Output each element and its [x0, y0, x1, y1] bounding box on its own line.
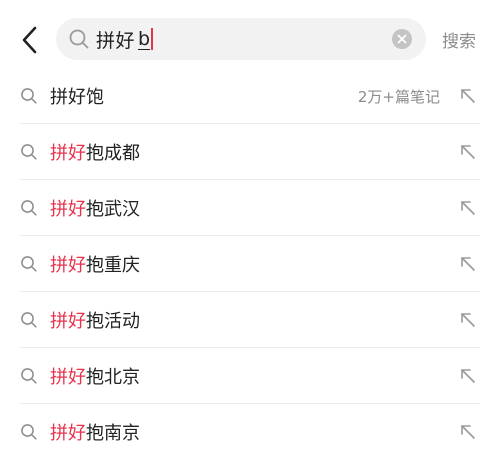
- clear-button[interactable]: [392, 29, 412, 49]
- suggestion-item[interactable]: 拼好 抱南京: [0, 404, 500, 459]
- text-caret: [151, 28, 154, 50]
- query-composing-text: b: [138, 27, 151, 50]
- search-icon: [21, 368, 37, 384]
- search-icon: [21, 88, 37, 104]
- suggestion-rest: 抱重庆: [86, 255, 140, 276]
- search-icon: [69, 29, 89, 49]
- search-icon: [21, 424, 37, 440]
- suggestion-text: 拼好 抱活动: [50, 292, 140, 348]
- search-icon: [21, 256, 37, 272]
- suggestion-rest: 抱武汉: [86, 199, 140, 220]
- suggestion-highlight: 拼好: [50, 367, 86, 388]
- suggestion-note-count: 2万+篇笔记: [357, 87, 440, 106]
- arrow-up-left-icon[interactable]: [458, 366, 478, 386]
- suggestion-item[interactable]: 拼好 抱北京: [0, 348, 500, 404]
- arrow-up-left-icon[interactable]: [458, 198, 478, 218]
- arrow-up-left-icon[interactable]: [458, 254, 478, 274]
- arrow-up-left-icon[interactable]: [458, 422, 478, 442]
- suggestion-item[interactable]: 拼好 抱武汉: [0, 180, 500, 236]
- suggestion-item[interactable]: 拼好 抱活动: [0, 292, 500, 348]
- suggestion-text: 拼好 抱武汉: [50, 180, 140, 236]
- arrow-up-left-icon[interactable]: [458, 310, 478, 330]
- suggestion-highlight: 拼好: [50, 143, 86, 164]
- clear-icon: [397, 34, 407, 44]
- suggestion-item[interactable]: 拼好饱 2万+篇笔记: [0, 68, 500, 124]
- suggestion-text: 拼好饱: [50, 68, 104, 124]
- search-icon: [21, 200, 37, 216]
- search-suggestion-screen: 拼好 b 搜索 拼好饱 2万+篇笔记 拼好 抱成都 拼好 抱武汉 拼好 抱重庆 …: [0, 0, 500, 459]
- suggestion-rest: 拼好饱: [50, 87, 104, 108]
- suggestion-text: 拼好 抱南京: [50, 404, 140, 459]
- suggestion-highlight: 拼好: [50, 255, 86, 276]
- suggestion-highlight: 拼好: [50, 311, 86, 332]
- search-header: 拼好 b 搜索: [0, 0, 500, 76]
- suggestion-item[interactable]: 拼好 抱重庆: [0, 236, 500, 292]
- suggestion-list: 拼好饱 2万+篇笔记 拼好 抱成都 拼好 抱武汉 拼好 抱重庆 拼好 抱活动 拼…: [0, 68, 500, 459]
- search-button[interactable]: 搜索: [442, 18, 492, 60]
- search-icon: [21, 312, 37, 328]
- suggestion-text: 拼好 抱成都: [50, 124, 140, 180]
- suggestion-rest: 抱成都: [86, 143, 140, 164]
- suggestion-highlight: 拼好: [50, 423, 86, 444]
- suggestion-highlight: 拼好: [50, 199, 86, 220]
- suggestion-text: 拼好 抱重庆: [50, 236, 140, 292]
- suggestion-item[interactable]: 拼好 抱成都: [0, 124, 500, 180]
- arrow-up-left-icon[interactable]: [458, 86, 478, 106]
- suggestion-rest: 抱南京: [86, 423, 140, 444]
- suggestion-text: 拼好 抱北京: [50, 348, 140, 404]
- back-button[interactable]: [14, 20, 46, 60]
- suggestion-rest: 抱活动: [86, 311, 140, 332]
- search-input[interactable]: 拼好 b: [56, 18, 426, 60]
- query-committed-text: 拼好: [96, 29, 136, 52]
- arrow-up-left-icon[interactable]: [458, 142, 478, 162]
- search-query[interactable]: 拼好 b: [96, 18, 154, 60]
- search-icon: [21, 144, 37, 160]
- chevron-left-icon: [22, 26, 37, 54]
- suggestion-rest: 抱北京: [86, 367, 140, 388]
